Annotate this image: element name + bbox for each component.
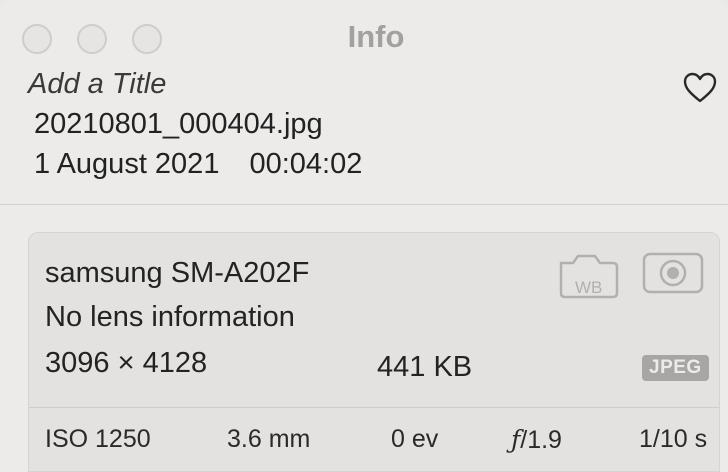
- aperture-symbol: ƒ: [511, 425, 521, 454]
- heart-icon[interactable]: [682, 70, 718, 106]
- camera-model: samsung SM-A202F: [45, 257, 310, 289]
- iso-value: ISO 1250: [45, 425, 151, 453]
- header-divider: [0, 204, 728, 205]
- title-bar: Info: [0, 0, 728, 66]
- svg-text:WB: WB: [575, 278, 602, 297]
- shutter-speed: 1/10 s: [639, 425, 708, 453]
- capture-time: 00:04:02: [249, 148, 363, 180]
- metering-icon: [642, 252, 704, 294]
- file-name: 20210801_000404.jpg: [34, 108, 323, 140]
- image-dimensions: 3096 × 4128: [45, 347, 208, 379]
- info-window: Info Add a Title 20210801_000404.jpg 1 A…: [0, 0, 728, 472]
- format-badge: JPEG: [642, 355, 709, 381]
- aperture-value: /1.9: [520, 426, 562, 454]
- focal-length: 3.6 mm: [227, 425, 311, 453]
- lens-info: No lens information: [45, 301, 295, 333]
- capture-date: 1 August 2021: [34, 148, 220, 180]
- camera-wb-icon: WB: [559, 254, 619, 299]
- title-field[interactable]: Add a Title: [28, 68, 166, 101]
- capture-datetime: 1 August 2021 00:04:02: [34, 148, 362, 181]
- aperture: ƒ/1.9: [511, 425, 562, 455]
- camera-details-card: samsung SM-A202F No lens information 309…: [28, 232, 720, 472]
- window-title: Info: [347, 19, 405, 54]
- exif-divider: [29, 407, 719, 408]
- file-size: 441 KB: [377, 351, 473, 383]
- exposure-bias: 0 ev: [391, 425, 439, 453]
